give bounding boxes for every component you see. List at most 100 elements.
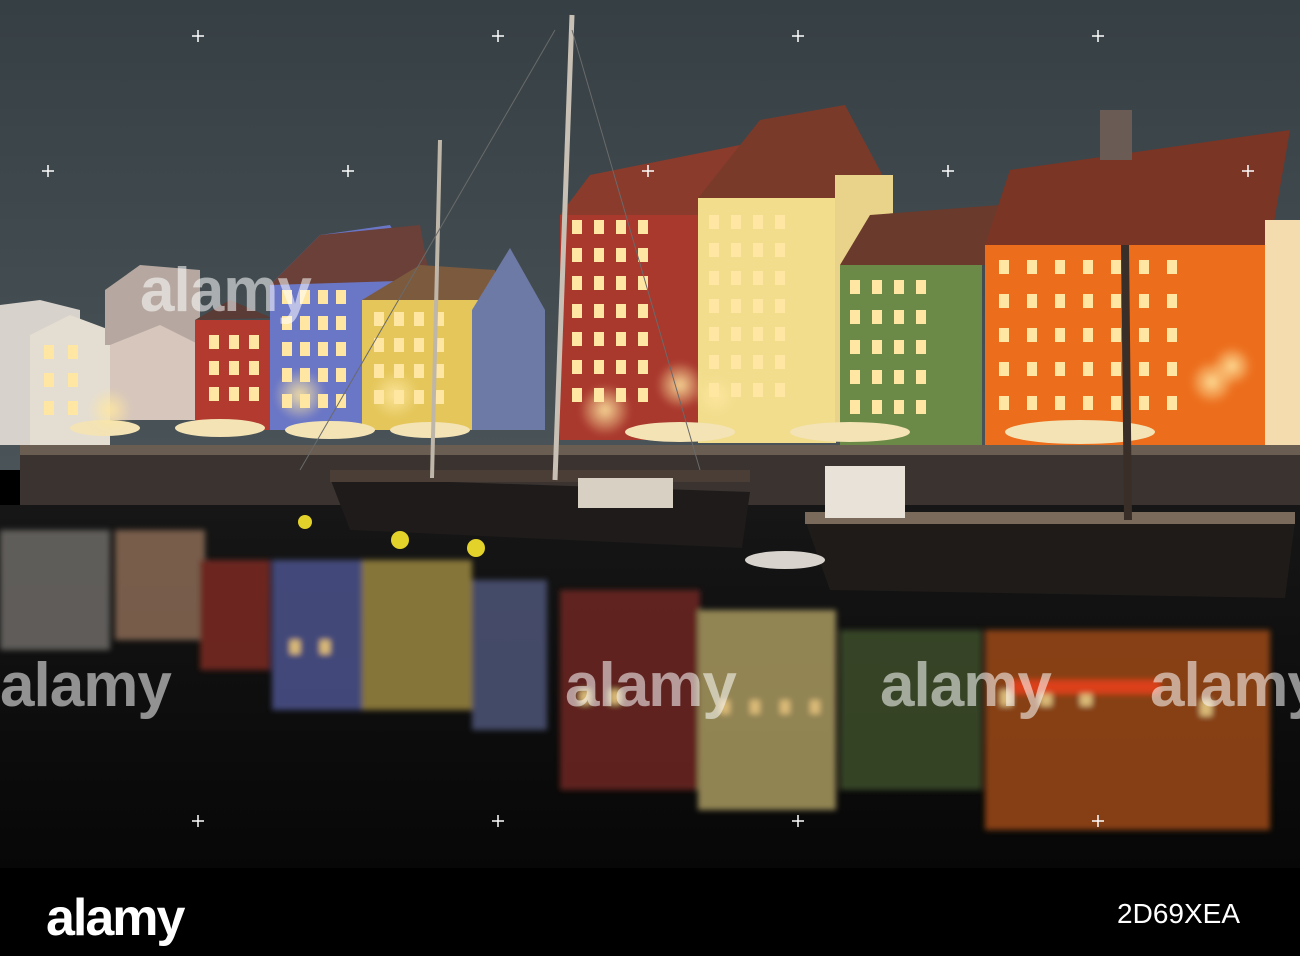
window	[1055, 260, 1065, 274]
window	[775, 383, 785, 397]
watermark-cross-icon	[42, 165, 54, 177]
window	[1167, 396, 1177, 410]
window	[999, 396, 1009, 410]
window	[318, 316, 328, 330]
window	[850, 370, 860, 384]
window	[44, 373, 54, 387]
window	[850, 280, 860, 294]
window	[318, 342, 328, 356]
window	[731, 215, 741, 229]
window	[44, 401, 54, 415]
window	[638, 248, 648, 262]
window	[775, 299, 785, 313]
window	[753, 327, 763, 341]
window	[336, 368, 346, 382]
window	[249, 361, 259, 375]
small-boat	[745, 551, 825, 569]
window	[374, 312, 384, 326]
window	[1055, 294, 1065, 308]
window	[753, 299, 763, 313]
window	[1139, 260, 1149, 274]
window	[394, 312, 404, 326]
watermark: alamy	[880, 651, 1052, 720]
window	[1083, 362, 1093, 376]
window	[414, 364, 424, 378]
window	[1027, 396, 1037, 410]
window	[638, 304, 648, 318]
window	[775, 271, 785, 285]
window	[638, 360, 648, 374]
window	[999, 260, 1009, 274]
window	[616, 248, 626, 262]
alamy-logo: alamy	[46, 889, 185, 947]
window	[850, 400, 860, 414]
window	[709, 327, 719, 341]
window	[616, 304, 626, 318]
window	[775, 327, 785, 341]
window	[731, 355, 741, 369]
window	[916, 340, 926, 354]
window	[1027, 260, 1037, 274]
window	[1055, 328, 1065, 342]
window	[894, 310, 904, 324]
window	[616, 332, 626, 346]
watermark-cross-icon	[792, 30, 804, 42]
window	[709, 355, 719, 369]
nyhavn-night-photo	[0, 0, 1300, 868]
window	[894, 400, 904, 414]
watermark-cross-icon	[1242, 165, 1254, 177]
window	[1083, 260, 1093, 274]
footer-bar	[0, 868, 1300, 956]
window	[1083, 294, 1093, 308]
buoy	[391, 531, 409, 549]
window	[999, 328, 1009, 342]
window	[850, 310, 860, 324]
window	[1111, 260, 1121, 274]
window	[572, 332, 582, 346]
watermark-cross-icon	[492, 30, 504, 42]
window	[318, 290, 328, 304]
window	[638, 220, 648, 234]
window	[572, 276, 582, 290]
window	[1083, 328, 1093, 342]
quay-top	[20, 445, 1300, 455]
window	[872, 400, 882, 414]
window	[1027, 362, 1037, 376]
watermark-cross-icon	[1092, 815, 1104, 827]
watermark-cross-icon	[942, 165, 954, 177]
window	[916, 370, 926, 384]
window	[775, 243, 785, 257]
window	[414, 312, 424, 326]
window	[894, 370, 904, 384]
window	[709, 243, 719, 257]
window	[753, 271, 763, 285]
window	[731, 243, 741, 257]
buoy	[298, 515, 312, 529]
window	[894, 340, 904, 354]
window	[638, 332, 648, 346]
window	[616, 276, 626, 290]
window	[1167, 294, 1177, 308]
watermark-cross-icon	[342, 165, 354, 177]
window	[1167, 328, 1177, 342]
watermark-cross-icon	[642, 165, 654, 177]
window	[731, 299, 741, 313]
window	[731, 327, 741, 341]
window	[1111, 362, 1121, 376]
window	[1111, 396, 1121, 410]
window	[1027, 294, 1037, 308]
window	[775, 355, 785, 369]
window	[916, 280, 926, 294]
watermark-cross-icon	[192, 815, 204, 827]
window	[850, 340, 860, 354]
window	[1027, 328, 1037, 342]
window	[68, 345, 78, 359]
window	[594, 220, 604, 234]
window	[229, 361, 239, 375]
window	[1139, 328, 1149, 342]
window	[616, 220, 626, 234]
window	[709, 299, 719, 313]
window	[1167, 362, 1177, 376]
window	[594, 276, 604, 290]
window	[414, 338, 424, 352]
